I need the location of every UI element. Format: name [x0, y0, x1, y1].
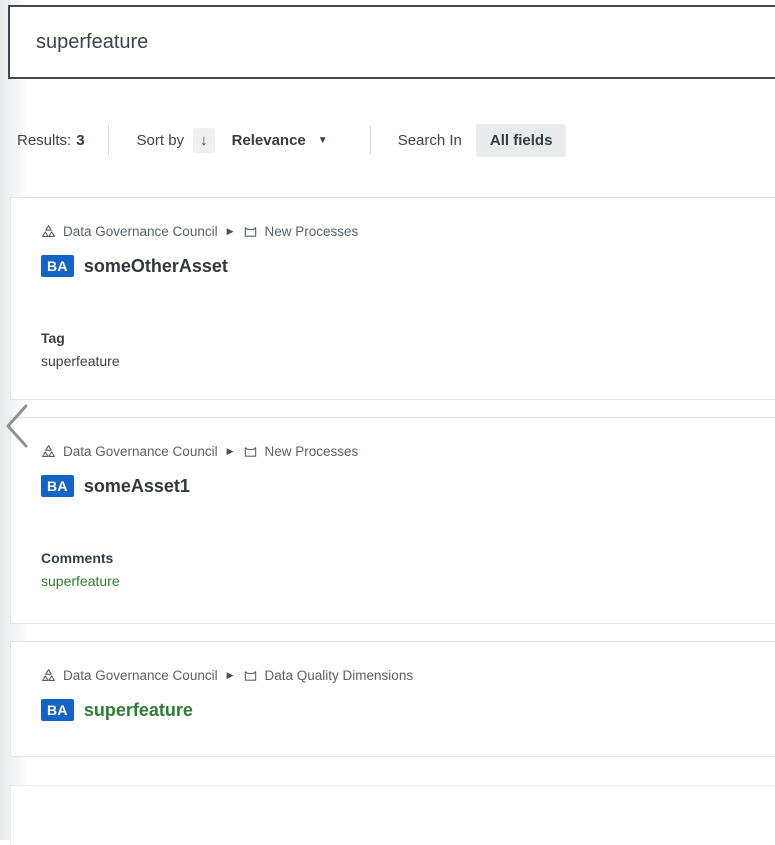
- search-in-field-chip[interactable]: All fields: [476, 124, 567, 157]
- asset-type-badge: BA: [41, 475, 74, 497]
- attribute-value: superfeature: [41, 350, 775, 373]
- search-box: [8, 5, 775, 79]
- search-result-card-partial: [10, 785, 775, 845]
- matched-attribute: Comments superfeature: [41, 547, 775, 593]
- result-title: someOtherAsset: [84, 256, 228, 277]
- matched-attribute: Tag superfeature: [41, 327, 775, 373]
- community-icon: [41, 668, 56, 683]
- sort-field-dropdown[interactable]: Relevance: [232, 132, 306, 149]
- results-count: 3: [76, 132, 84, 149]
- community-icon: [41, 444, 56, 459]
- breadcrumb-domain[interactable]: New Processes: [265, 444, 359, 459]
- attribute-label: Tag: [41, 327, 775, 350]
- domain-icon: [243, 668, 258, 683]
- breadcrumb-separator-icon: ▶: [227, 446, 234, 457]
- attribute-label: Comments: [41, 547, 775, 570]
- toolbar-divider: [108, 125, 109, 155]
- breadcrumb: Data Governance Council ▶ Data Quality D…: [41, 668, 775, 683]
- result-title-link[interactable]: BA someOtherAsset: [41, 255, 228, 277]
- chevron-left-icon: [2, 402, 30, 450]
- result-title-link[interactable]: BA superfeature: [41, 699, 193, 721]
- search-result-card: Data Governance Council ▶ Data Quality D…: [10, 641, 775, 757]
- result-title-highlighted: superfeature: [84, 700, 193, 721]
- results-label: Results:: [17, 132, 71, 149]
- search-input[interactable]: [10, 7, 775, 77]
- breadcrumb-community[interactable]: Data Governance Council: [63, 224, 218, 239]
- sort-by-label: Sort by: [137, 132, 185, 149]
- search-toolbar: Results: 3 Sort by ↓ Relevance ▼ Search …: [17, 121, 566, 159]
- result-title: someAsset1: [84, 476, 190, 497]
- search-result-card: Data Governance Council ▶ New Processes …: [10, 197, 775, 400]
- breadcrumb-separator-icon: ▶: [227, 226, 234, 237]
- toolbar-divider: [370, 125, 371, 155]
- domain-icon: [243, 444, 258, 459]
- breadcrumb-separator-icon: ▶: [227, 670, 234, 681]
- breadcrumb: Data Governance Council ▶ New Processes: [41, 224, 775, 239]
- asset-type-badge: BA: [41, 699, 74, 721]
- sort-descending-icon: ↓: [200, 132, 208, 149]
- result-title-link[interactable]: BA someAsset1: [41, 475, 190, 497]
- breadcrumb-community[interactable]: Data Governance Council: [63, 668, 218, 683]
- sort-order-button[interactable]: ↓: [193, 128, 215, 153]
- search-result-card: Data Governance Council ▶ New Processes …: [10, 417, 775, 624]
- chevron-down-icon[interactable]: ▼: [318, 135, 328, 146]
- breadcrumb-domain[interactable]: New Processes: [265, 224, 359, 239]
- community-icon: [41, 224, 56, 239]
- attribute-value-highlighted: superfeature: [41, 570, 775, 593]
- breadcrumb: Data Governance Council ▶ New Processes: [41, 444, 775, 459]
- breadcrumb-community[interactable]: Data Governance Council: [63, 444, 218, 459]
- collapse-panel-button[interactable]: [2, 402, 30, 450]
- search-in-label: Search In: [398, 132, 462, 149]
- domain-icon: [243, 224, 258, 239]
- asset-type-badge: BA: [41, 255, 74, 277]
- breadcrumb-domain[interactable]: Data Quality Dimensions: [265, 668, 414, 683]
